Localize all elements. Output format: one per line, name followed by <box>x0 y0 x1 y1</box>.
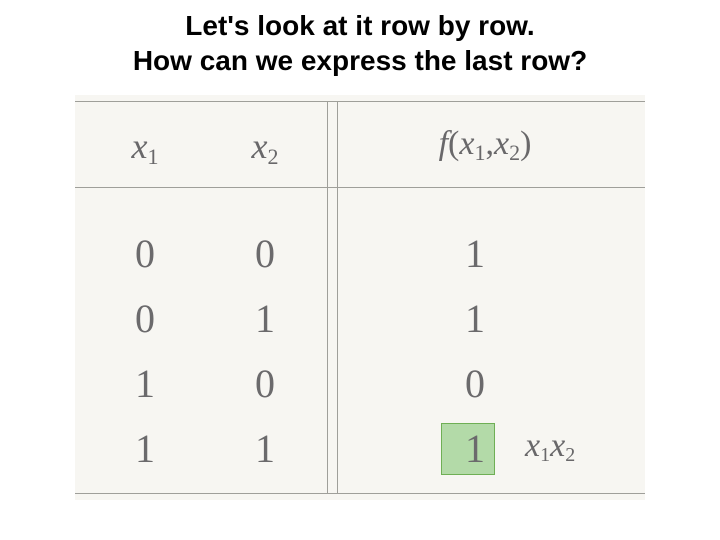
cell-r4-x1: 1 <box>115 425 175 472</box>
annot-a-sub: 1 <box>540 444 550 466</box>
header-f-arg1: x <box>459 125 474 162</box>
slide: Let's look at it row by row. How can we … <box>0 0 720 540</box>
header-x2: x2 <box>225 125 305 170</box>
cell-r1-x2: 0 <box>235 230 295 277</box>
header-x1-sub: 1 <box>147 144 158 169</box>
title-line-2: How can we express the last row? <box>133 45 587 76</box>
header-x1-var: x <box>132 126 148 166</box>
rule-vertical-left <box>327 101 328 493</box>
cell-r3-x2: 0 <box>235 360 295 407</box>
title-line-1: Let's look at it row by row. <box>185 10 534 41</box>
cell-r4-x2: 1 <box>235 425 295 472</box>
header-f-close: ) <box>520 125 531 162</box>
header-f-open: ( <box>448 125 459 162</box>
cell-r2-x1: 0 <box>115 295 175 342</box>
truth-table: x1 x2 f(x1,x2) 0 0 1 0 1 1 1 0 0 1 1 1 x… <box>75 95 645 500</box>
rule-vertical-right <box>337 101 338 493</box>
header-x2-sub: 2 <box>267 144 278 169</box>
cell-r4-f: 1 <box>445 425 505 472</box>
header-x1: x1 <box>105 125 185 170</box>
annotation-minterm: x1x2 <box>525 427 575 467</box>
header-f-arg2: x <box>494 125 509 162</box>
rule-top <box>75 101 645 102</box>
header-f: f(x1,x2) <box>365 125 605 166</box>
header-f-arg1-sub: 1 <box>474 140 485 165</box>
annot-b-sub: 2 <box>565 444 575 466</box>
header-f-arg2-sub: 2 <box>509 140 520 165</box>
cell-r3-x1: 1 <box>115 360 175 407</box>
cell-r1-x1: 0 <box>115 230 175 277</box>
rule-header-bottom <box>75 187 645 188</box>
annot-a: x <box>525 427 540 464</box>
annot-b: x <box>550 427 565 464</box>
cell-r2-f: 1 <box>445 295 505 342</box>
cell-r1-f: 1 <box>445 230 505 277</box>
header-f-comma: , <box>485 125 494 162</box>
cell-r3-f: 0 <box>445 360 505 407</box>
header-x2-var: x <box>252 126 268 166</box>
rule-bottom <box>75 493 645 494</box>
header-f-fn: f <box>439 125 448 162</box>
slide-title: Let's look at it row by row. How can we … <box>0 8 720 78</box>
cell-r2-x2: 1 <box>235 295 295 342</box>
